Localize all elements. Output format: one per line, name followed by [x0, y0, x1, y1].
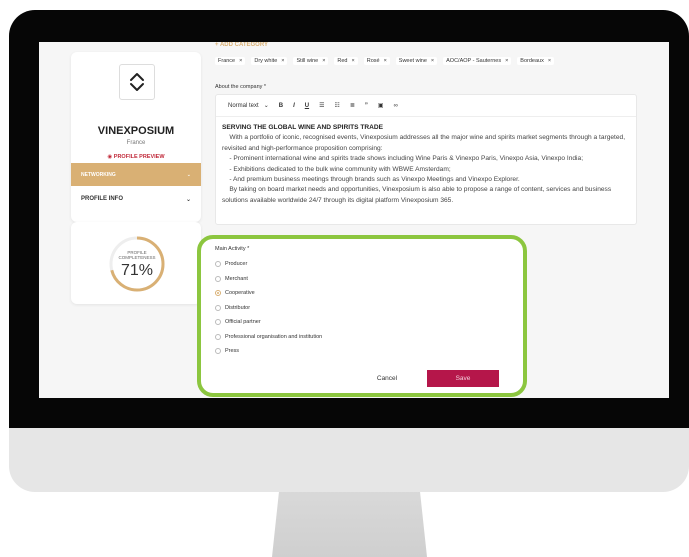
activity-option-label: Press — [225, 348, 240, 354]
completeness-label: PROFILE COMPLETENESS — [118, 250, 156, 260]
category-tag-label: Dry white — [254, 58, 278, 64]
radio-button[interactable] — [215, 290, 221, 296]
category-tag: Sweet wine × — [395, 57, 438, 65]
editor-toolbar: Normal text ⌄ B I U ☰ ☷ ≣ ” ▣ ∞ — [216, 95, 636, 117]
completeness-card: PROFILE COMPLETENESS 71% — [71, 222, 201, 304]
sidebar-item-label: PROFILE INFO — [81, 196, 123, 202]
category-tag: France × — [215, 57, 246, 65]
radio-button[interactable] — [215, 333, 221, 340]
radio-button[interactable] — [215, 261, 221, 267]
vinexposium-logo-icon — [130, 73, 144, 91]
numbered-list-icon[interactable]: ☷ — [334, 102, 339, 109]
category-tag-label: Sweet wine — [398, 58, 427, 64]
category-tag-label: Still wine — [296, 58, 319, 64]
about-editor[interactable]: Normal text ⌄ B I U ☰ ☷ ≣ ” ▣ ∞ SERVING … — [215, 94, 637, 225]
sidebar-item-label: NETWORKING — [81, 171, 116, 178]
activity-option[interactable]: Producer — [215, 261, 247, 267]
about-bullet: - And premium business meetings through … — [222, 176, 520, 184]
category-tag: Dry white × — [251, 57, 288, 65]
radio-button[interactable] — [215, 275, 221, 282]
chevron-down-icon: ⌄ — [263, 103, 269, 109]
remove-tag-icon[interactable]: × — [384, 58, 387, 64]
about-bullet: - Prominent international wine and spiri… — [222, 155, 584, 163]
category-tag: Red × — [334, 57, 358, 65]
activity-option[interactable]: Press — [215, 348, 239, 354]
category-tag: AOC/AOP - Sauternes × — [443, 57, 512, 65]
category-tag: Rosé × — [363, 57, 390, 65]
remove-tag-icon[interactable]: × — [239, 58, 242, 64]
italic-icon[interactable]: I — [293, 103, 295, 109]
company-logo — [119, 64, 155, 100]
cancel-button[interactable]: Cancel — [349, 370, 425, 387]
remove-tag-icon[interactable]: × — [431, 58, 434, 64]
add-category-button[interactable]: + ADD CATEGORY — [215, 42, 268, 48]
sidebar-item-profile-info[interactable]: PROFILE INFO ⌄ — [71, 189, 201, 209]
profile-preview-link[interactable]: ◉ PROFILE PREVIEW — [71, 154, 201, 160]
activity-option[interactable]: Distributor — [215, 304, 251, 311]
about-heading: SERVING THE GLOBAL WINE AND SPIRITS TRAD… — [222, 124, 384, 131]
bold-icon[interactable]: B — [279, 103, 283, 109]
camera-icon[interactable]: ▣ — [378, 102, 384, 109]
company-country: France — [126, 140, 146, 146]
align-icon[interactable]: ≣ — [350, 102, 355, 109]
category-tag-label: AOC/AOP - Sauternes — [446, 58, 502, 64]
activity-option-label: Official partner — [225, 319, 261, 325]
activity-option-label: Distributor — [225, 304, 251, 311]
remove-tag-icon[interactable]: × — [548, 58, 551, 64]
about-paragraph: By taking on board market needs and oppo… — [222, 186, 613, 204]
radio-button[interactable] — [215, 304, 221, 311]
remove-tag-icon[interactable]: × — [352, 58, 355, 64]
sidebar-item-networking[interactable]: NETWORKING ⌄ — [71, 163, 201, 186]
radio-button[interactable] — [215, 348, 221, 354]
about-paragraph: With a portfolio of iconic, recognised e… — [222, 134, 627, 152]
link-icon[interactable]: ∞ — [394, 103, 398, 109]
quote-icon[interactable]: ” — [365, 103, 368, 109]
chevron-down-icon: ⌄ — [185, 196, 191, 203]
category-tag: Bordeaux × — [517, 57, 555, 65]
activity-option[interactable]: Official partner — [215, 319, 261, 325]
category-tag-label: Bordeaux — [520, 58, 544, 64]
completeness-value: 71% — [120, 262, 154, 279]
category-tag: Still wine × — [293, 57, 329, 65]
company-name: VINEXPOSIUM — [97, 125, 175, 137]
activity-option-label: Producer — [225, 261, 248, 267]
remove-tag-icon[interactable]: × — [281, 58, 284, 64]
activity-option-label: Merchant — [225, 275, 248, 282]
text-style-select[interactable]: Normal text ⌄ — [228, 102, 269, 109]
category-tag-label: France — [218, 58, 236, 64]
activity-option-label: Professional organisation and institutio… — [225, 333, 323, 340]
screen: VINEXPOSIUM France ◉ PROFILE PREVIEW NET… — [39, 42, 669, 398]
underline-icon[interactable]: U — [305, 103, 309, 109]
save-button[interactable]: Save — [427, 370, 499, 387]
about-bullet: - Exhibitions dedicated to the bulk wine… — [222, 165, 451, 173]
activity-option[interactable]: Cooperative — [215, 290, 255, 296]
category-tag-label: Red — [337, 58, 348, 64]
chevron-down-icon: ⌄ — [186, 171, 191, 178]
main-activity-label: Main Activity * — [215, 246, 250, 252]
category-tags: France × Dry white × Still wine × Red × Rosé × Swe… — [215, 57, 555, 65]
about-text: SERVING THE GLOBAL WINE AND SPIRITS TRAD… — [222, 123, 632, 206]
eye-icon: ◉ — [107, 154, 113, 160]
remove-tag-icon[interactable]: × — [505, 58, 508, 64]
activity-option-label: Cooperative — [225, 290, 255, 296]
activity-option[interactable]: Professional organisation and institutio… — [215, 333, 323, 340]
radio-button[interactable] — [215, 319, 221, 325]
category-tag-label: Rosé — [366, 58, 380, 64]
profile-preview-label: PROFILE PREVIEW — [113, 154, 165, 160]
remove-tag-icon[interactable]: × — [322, 58, 325, 64]
bullet-list-icon[interactable]: ☰ — [319, 102, 324, 109]
activity-option[interactable]: Merchant — [215, 275, 248, 282]
about-label: About the company * — [215, 84, 267, 90]
